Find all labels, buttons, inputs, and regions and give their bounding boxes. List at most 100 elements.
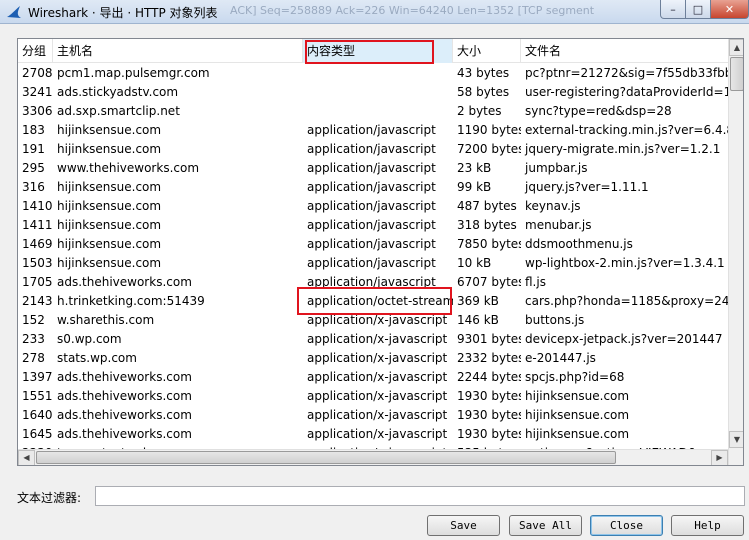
column-header-filename[interactable]: 文件名 xyxy=(521,39,731,63)
close-window-button[interactable]: ✕ xyxy=(710,0,749,19)
cell-size: 7200 bytes xyxy=(457,142,521,156)
table-row[interactable]: 1397 ads.thehiveworks.com application/x-ja… xyxy=(18,368,728,387)
cell-size: 7850 bytes xyxy=(457,237,521,251)
cell-size: 99 kB xyxy=(457,180,492,194)
cell-packet: 1410 xyxy=(22,199,53,213)
cell-size: 487 bytes xyxy=(457,199,517,213)
cell-hostname: w.sharethis.com xyxy=(57,313,155,327)
cell-size: 10 kB xyxy=(457,256,492,270)
cell-hostname: stats.wp.com xyxy=(57,351,137,365)
table-row[interactable]: 1705 ads.thehiveworks.com application/java… xyxy=(18,273,728,292)
cell-content-type: application/x-javascript xyxy=(307,313,448,327)
column-header-content-type[interactable]: 内容类型 xyxy=(303,39,453,63)
cell-packet: 295 xyxy=(22,161,45,175)
cell-content-type: application/octet-stream xyxy=(307,294,453,308)
table-row[interactable]: 3306 ad.sxp.smartclip.net 2 bytes sync?type… xyxy=(18,102,728,121)
cell-hostname: hijinksensue.com xyxy=(57,237,162,251)
cell-filename: pc?ptnr=21272&sig=7f55db33fbb1 xyxy=(525,66,728,80)
column-header-size[interactable]: 大小 xyxy=(453,39,521,63)
scroll-right-icon[interactable]: ▶ xyxy=(711,450,728,465)
cell-hostname: www.thehiveworks.com xyxy=(57,161,200,175)
cell-packet: 183 xyxy=(22,123,45,137)
cell-hostname: hijinksensue.com xyxy=(57,123,162,137)
table-row[interactable]: 1640 ads.thehiveworks.com application/x-ja… xyxy=(18,406,728,425)
cell-hostname: ads.stickyadstv.com xyxy=(57,85,179,99)
cell-size: 6707 bytes xyxy=(457,275,521,289)
horizontal-scroll-thumb[interactable] xyxy=(36,451,616,464)
table-row[interactable]: 233 s0.wp.com application/x-javascript 9301… xyxy=(18,330,728,349)
cell-hostname: ads.thehiveworks.com xyxy=(57,275,192,289)
cell-packet: 1397 xyxy=(22,370,53,384)
cell-size: 9301 bytes xyxy=(457,332,521,346)
vertical-scrollbar[interactable]: ▲ ▼ xyxy=(728,39,743,465)
table-row[interactable]: 1551 ads.thehiveworks.com application/x-ja… xyxy=(18,387,728,406)
table-row[interactable]: 295 www.thehiveworks.com application/javas… xyxy=(18,159,728,178)
cell-filename: devicepx-jetpack.js?ver=201447 xyxy=(525,332,723,346)
cell-filename: hijinksensue.com xyxy=(525,408,630,422)
table-row[interactable]: 1410 hijinksensue.com application/javascri… xyxy=(18,197,728,216)
text-filter-label: 文本过滤器: xyxy=(17,491,82,505)
cell-filename: e-201447.js xyxy=(525,351,596,365)
save-all-button[interactable]: Save All xyxy=(509,515,582,536)
scroll-left-icon[interactable]: ◀ xyxy=(18,450,35,465)
cell-content-type: application/javascript xyxy=(307,161,436,175)
vertical-scroll-thumb[interactable] xyxy=(730,57,743,91)
minimize-button[interactable]: – xyxy=(660,0,686,19)
title-bar: Wireshark · 导出 · HTTP 对象列表 ACK] Seq=2588… xyxy=(0,0,749,24)
table-row[interactable]: 1469 hijinksensue.com application/javascri… xyxy=(18,235,728,254)
cell-size: 2332 bytes xyxy=(457,351,521,365)
table-row[interactable]: 191 hijinksensue.com application/javascrip… xyxy=(18,140,728,159)
table-row[interactable]: 1503 hijinksensue.com application/javascri… xyxy=(18,254,728,273)
column-header-hostname[interactable]: 主机名 xyxy=(53,39,303,63)
cell-size: 23 kB xyxy=(457,161,492,175)
cell-packet: 233 xyxy=(22,332,45,346)
table-row[interactable]: 316 hijinksensue.com application/javascrip… xyxy=(18,178,728,197)
cell-filename: cars.php?honda=1185&proxy=244 xyxy=(525,294,728,308)
table-row[interactable]: 2143 h.trinketking.com:51439 application/o… xyxy=(18,292,728,311)
cell-content-type: application/javascript xyxy=(307,275,436,289)
text-filter-input[interactable] xyxy=(95,486,745,506)
table-row[interactable]: 3241 ads.stickyadstv.com 58 bytes user-regi… xyxy=(18,83,728,102)
cell-packet: 1705 xyxy=(22,275,53,289)
cell-filename: spcjs.php?id=68 xyxy=(525,370,625,384)
table-row[interactable]: 1645 ads.thehiveworks.com application/x-ja… xyxy=(18,425,728,444)
cell-content-type: application/x-javascript xyxy=(307,332,448,346)
table-row[interactable]: 1411 hijinksensue.com application/javascri… xyxy=(18,216,728,235)
table-row[interactable]: 152 w.sharethis.com application/x-javascri… xyxy=(18,311,728,330)
cell-hostname: hijinksensue.com xyxy=(57,199,162,213)
cell-hostname: ads.thehiveworks.com xyxy=(57,389,192,403)
cell-packet: 2143 xyxy=(22,294,53,308)
cell-size: 2 bytes xyxy=(457,104,502,118)
save-button[interactable]: Save xyxy=(427,515,500,536)
cell-size: 58 bytes xyxy=(457,85,510,99)
scroll-up-icon[interactable]: ▲ xyxy=(729,39,743,56)
cell-hostname: hijinksensue.com xyxy=(57,218,162,232)
help-button[interactable]: Help xyxy=(671,515,744,536)
cell-packet: 3306 xyxy=(22,104,53,118)
scroll-down-icon[interactable]: ▼ xyxy=(729,431,743,448)
cell-packet: 1640 xyxy=(22,408,53,422)
cell-content-type: application/javascript xyxy=(307,218,436,232)
cell-filename: hijinksensue.com xyxy=(525,427,630,441)
http-object-table: 分组 主机名 内容类型 大小 文件名 2708 pcm1.map.pulsemgr… xyxy=(17,38,744,466)
table-row[interactable]: 2708 pcm1.map.pulsemgr.com 43 bytes pc?ptnr… xyxy=(18,64,728,83)
cell-packet: 278 xyxy=(22,351,45,365)
cell-hostname: h.trinketking.com:51439 xyxy=(57,294,205,308)
cell-size: 146 kB xyxy=(457,313,499,327)
cell-filename: external-tracking.min.js?ver=6.4.8 xyxy=(525,123,728,137)
cell-filename: sync?type=red&dsp=28 xyxy=(525,104,672,118)
cell-filename: ddsmoothmenu.js xyxy=(525,237,633,251)
maximize-button[interactable]: □ xyxy=(685,0,711,19)
close-button[interactable]: Close xyxy=(590,515,663,536)
cell-packet: 191 xyxy=(22,142,45,156)
cell-content-type: application/javascript xyxy=(307,256,436,270)
cell-content-type: application/x-javascript xyxy=(307,351,448,365)
column-header-packet[interactable]: 分组 xyxy=(18,39,53,63)
table-row[interactable]: 183 hijinksensue.com application/javascrip… xyxy=(18,121,728,140)
horizontal-scrollbar[interactable]: ◀ ▶ xyxy=(18,449,728,465)
background-window-text: ACK] Seq=258889 Ack=226 Win=64240 Len=13… xyxy=(230,4,595,17)
cell-hostname: s0.wp.com xyxy=(57,332,122,346)
table-row[interactable]: 278 stats.wp.com application/x-javascript 2… xyxy=(18,349,728,368)
cell-packet: 316 xyxy=(22,180,45,194)
cell-hostname: ads.thehiveworks.com xyxy=(57,408,192,422)
